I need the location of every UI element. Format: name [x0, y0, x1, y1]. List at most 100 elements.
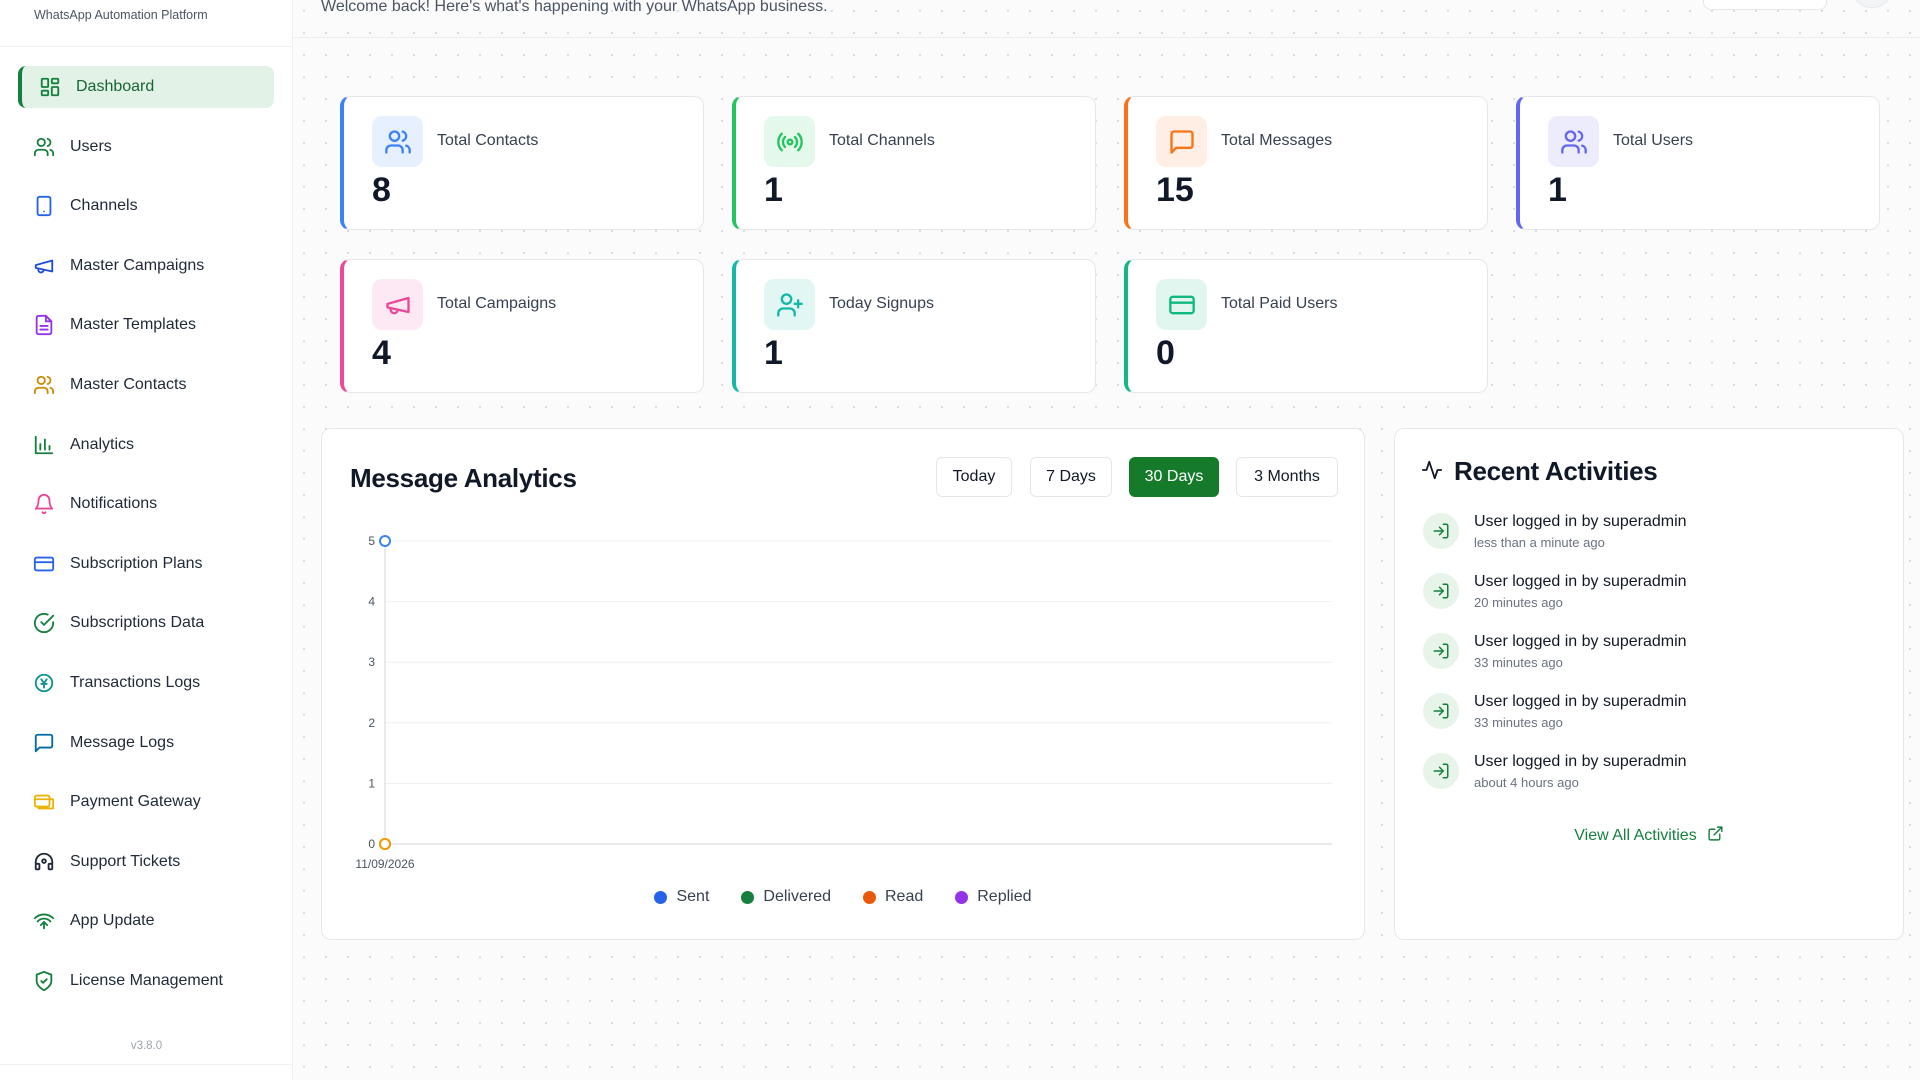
- activity-item: User logged in by superadmin about 4 hou…: [1423, 753, 1823, 793]
- sidebar-item-master-contacts[interactable]: Master Contacts: [18, 364, 274, 406]
- log-in-icon: [1423, 633, 1459, 669]
- activity-item: User logged in by superadmin 20 minutes …: [1423, 573, 1823, 613]
- headset-icon: [32, 850, 56, 874]
- sidebar-item-label: Notifications: [70, 495, 158, 513]
- range-today-button[interactable]: Today: [936, 457, 1012, 497]
- legend-swatch: [654, 890, 668, 904]
- stat-value: 4: [372, 334, 391, 372]
- recent-activities-panel: Recent Activities User logged in by supe…: [1394, 428, 1904, 940]
- sidebar-item-channels[interactable]: Channels: [18, 185, 274, 227]
- file-text-icon: [32, 313, 56, 337]
- message-square-icon: [1156, 116, 1207, 167]
- log-in-icon: [1423, 513, 1459, 549]
- sidebar-item-master-campaigns[interactable]: Master Campaigns: [18, 245, 274, 287]
- main-content: Welcome back! Here's what's happening wi…: [293, 0, 1920, 1080]
- view-all-activities-link[interactable]: View All Activities: [1395, 825, 1903, 847]
- activity-item: User logged in by superadmin 33 minutes …: [1423, 633, 1823, 673]
- stat-card-total-contacts: Total Contacts 8: [340, 96, 704, 230]
- sidebar-item-label: Channels: [70, 197, 138, 215]
- panel-title: Recent Activities: [1454, 456, 1658, 486]
- sidebar-item-label: Subscriptions Data: [70, 614, 205, 632]
- sidebar-item-label: Master Contacts: [70, 375, 187, 393]
- user-plus-icon: [764, 279, 815, 330]
- avatar[interactable]: [1853, 0, 1891, 8]
- sidebar-item-transactions-logs[interactable]: Transactions Logs: [18, 662, 274, 704]
- log-in-icon: [1423, 753, 1459, 789]
- footer-divider: [0, 1064, 292, 1065]
- sidebar-item-label: Transactions Logs: [70, 673, 201, 691]
- legend-swatch: [863, 890, 876, 904]
- range-30days-button[interactable]: 30 Days: [1129, 457, 1219, 497]
- legend-label: Sent: [676, 888, 710, 905]
- sidebar: WhatsApp Automation Platform Dashboard U…: [0, 0, 293, 1080]
- legend-label: Read: [885, 888, 924, 905]
- sidebar-item-license-management[interactable]: License Management: [18, 960, 274, 1002]
- activity-title: User logged in by superadmin: [1474, 513, 1687, 530]
- sidebar-item-label: Payment Gateway: [70, 793, 201, 811]
- stat-card-total-campaigns: Total Campaigns 4: [340, 259, 704, 393]
- stat-value: 15: [1156, 171, 1194, 209]
- legend-label: Replied: [977, 888, 1032, 905]
- legend-item-sent[interactable]: Sent: [654, 888, 709, 906]
- activity-title: User logged in by superadmin: [1474, 633, 1687, 650]
- y-tick-label: 1: [368, 776, 375, 790]
- y-tick-label: 4: [368, 595, 375, 609]
- sidebar-item-dashboard[interactable]: Dashboard: [18, 66, 274, 108]
- bell-icon: [32, 492, 56, 516]
- stat-value: 0: [1156, 334, 1175, 372]
- sidebar-item-payment-gateway[interactable]: Payment Gateway: [18, 781, 274, 823]
- sidebar-item-notifications[interactable]: Notifications: [18, 483, 274, 525]
- y-tick-label: 5: [368, 534, 375, 548]
- legend-item-replied[interactable]: Replied: [955, 888, 1032, 906]
- y-tick-label: 0: [368, 837, 375, 851]
- sidebar-item-subscription-plans[interactable]: Subscription Plans: [18, 543, 274, 585]
- check-circle-icon: [32, 611, 56, 635]
- stat-label: Total Campaigns: [437, 295, 557, 312]
- megaphone-icon: [32, 254, 56, 278]
- activity-title: User logged in by superadmin: [1474, 693, 1687, 710]
- legend-label: Delivered: [763, 888, 831, 905]
- legend-swatch: [955, 890, 969, 904]
- stat-label: Total Users: [1613, 132, 1694, 149]
- sidebar-item-label: Support Tickets: [70, 852, 181, 870]
- log-in-icon: [1423, 573, 1459, 609]
- sidebar-item-label: Analytics: [70, 435, 135, 453]
- external-link-icon: [1707, 825, 1724, 847]
- activity-title: User logged in by superadmin: [1474, 753, 1687, 770]
- sidebar-item-app-update[interactable]: App Update: [18, 900, 274, 942]
- brand-subtitle: WhatsApp Automation Platform: [34, 8, 208, 22]
- sidebar-item-subscriptions-data[interactable]: Subscriptions Data: [18, 602, 274, 644]
- brand-divider: [0, 46, 292, 47]
- stat-card-total-channels: Total Channels 1: [732, 96, 1096, 230]
- range-7days-button[interactable]: 7 Days: [1030, 457, 1112, 497]
- currency-circle-icon: [32, 671, 56, 695]
- sidebar-item-support-tickets[interactable]: Support Tickets: [18, 841, 274, 883]
- header-action-button[interactable]: [1703, 0, 1827, 10]
- sidebar-item-master-templates[interactable]: Master Templates: [18, 304, 274, 346]
- header-divider: [293, 37, 1920, 38]
- legend-item-delivered[interactable]: Delivered: [741, 888, 831, 906]
- sidebar-item-label: Message Logs: [70, 733, 175, 751]
- dashboard-grid-icon: [38, 75, 62, 99]
- sidebar-nav: Dashboard Users Channels Master Campaign…: [18, 66, 274, 1020]
- message-analytics-chart: 0 1 2 3 4 5 11/09/2026: [355, 534, 1332, 871]
- data-point-replied: [379, 838, 391, 850]
- bar-chart-icon: [32, 433, 56, 457]
- sidebar-item-label: App Update: [70, 912, 155, 930]
- sidebar-item-analytics[interactable]: Analytics: [18, 424, 274, 466]
- stat-label: Total Contacts: [437, 132, 539, 149]
- welcome-text: Welcome back! Here's what's happening wi…: [321, 0, 828, 15]
- megaphone-icon: [372, 279, 423, 330]
- sidebar-item-message-logs[interactable]: Message Logs: [18, 722, 274, 764]
- stat-label: Total Paid Users: [1221, 295, 1338, 312]
- sidebar-item-users[interactable]: Users: [18, 126, 274, 168]
- contacts-icon: [32, 373, 56, 397]
- range-3months-button[interactable]: 3 Months: [1236, 457, 1338, 497]
- message-square-icon: [32, 731, 56, 755]
- sidebar-item-label: Master Campaigns: [70, 256, 205, 274]
- activity-time: 33 minutes ago: [1474, 655, 1563, 670]
- view-all-label: View All Activities: [1574, 827, 1697, 844]
- activity-time: 20 minutes ago: [1474, 595, 1563, 610]
- stat-card-total-paid-users: Total Paid Users 0: [1124, 259, 1488, 393]
- legend-item-read[interactable]: Read: [863, 888, 923, 906]
